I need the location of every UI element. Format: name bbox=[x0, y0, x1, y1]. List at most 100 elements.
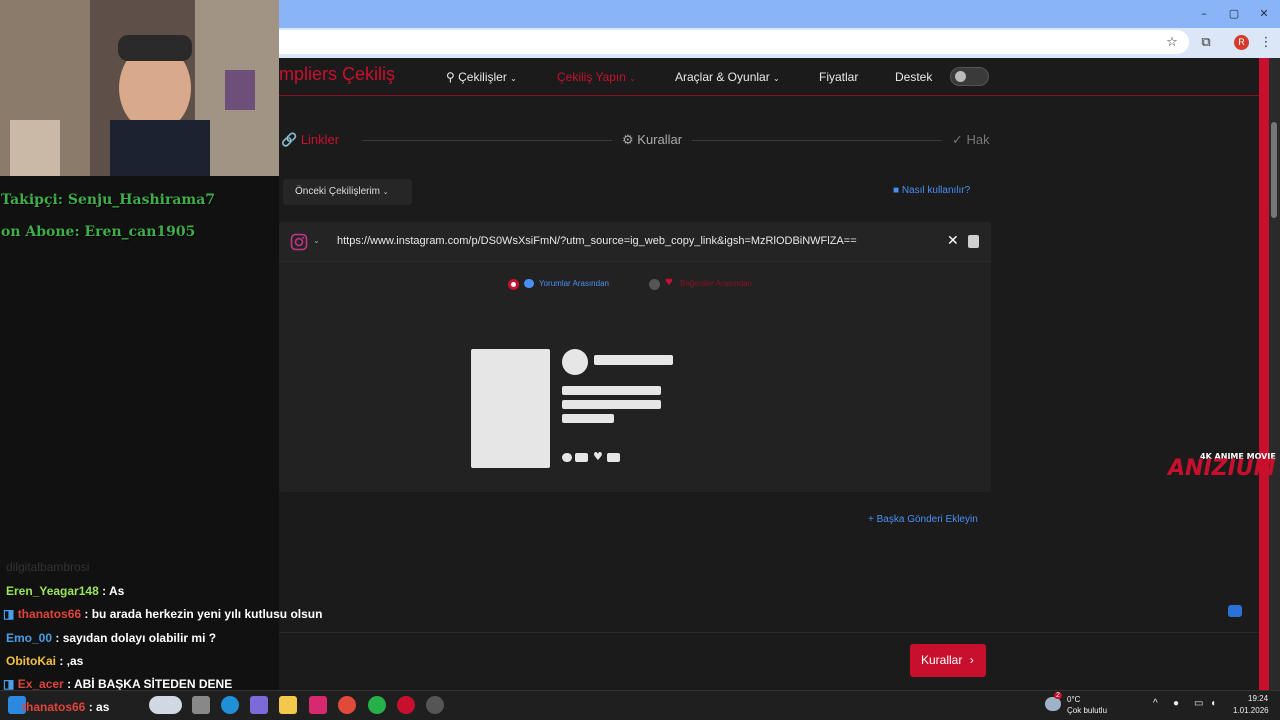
chrome-icon[interactable] bbox=[338, 696, 356, 714]
clock-time[interactable]: 19:24 bbox=[1248, 694, 1268, 703]
network-icon[interactable]: ▭ bbox=[1194, 698, 1203, 709]
link-icon: 🔗 bbox=[281, 132, 298, 147]
follower-alert: Takipçi: Senju_Hashirama7 bbox=[1, 192, 216, 208]
caption-placeholder bbox=[562, 400, 661, 409]
caption-placeholder bbox=[562, 386, 661, 395]
browser-menu-icon[interactable]: ⋮ bbox=[1257, 34, 1275, 52]
profile-avatar[interactable]: R bbox=[1234, 35, 1249, 50]
nav-label: Çekilişler bbox=[458, 70, 507, 84]
previous-giveaways-label: Önceki Çekilişlerim bbox=[295, 186, 381, 197]
widgets-icon[interactable] bbox=[149, 696, 182, 714]
minimize-button[interactable]: – bbox=[1196, 6, 1212, 22]
username-placeholder bbox=[594, 355, 673, 365]
radio-likes[interactable] bbox=[649, 279, 660, 290]
step-connector bbox=[362, 140, 612, 141]
chat-text: : as bbox=[88, 700, 110, 714]
gear-icon: ⚙ bbox=[622, 132, 634, 147]
nav-cekilisler[interactable]: ⚲ Çekilişler ⌄ bbox=[446, 70, 517, 84]
chat-message: Eren_Yeagar148 : As bbox=[6, 584, 124, 598]
weather-desc[interactable]: Çok bulutlu bbox=[1067, 706, 1107, 715]
platform-chevron-down-icon[interactable]: ⌄ bbox=[313, 236, 320, 245]
chat-text: : sayıdan dolayı olabilir mi ? bbox=[55, 631, 217, 645]
chevron-down-icon: ⌄ bbox=[382, 189, 389, 196]
chat-text: : bu arada herkezin yeni yılı kutlusu ol… bbox=[84, 607, 323, 621]
stream-border-accent bbox=[1259, 58, 1269, 690]
step-linkler[interactable]: 🔗 Linkler bbox=[281, 132, 339, 148]
address-bar[interactable] bbox=[279, 30, 1189, 54]
subscriber-alert: on Abone: Eren_can1905 bbox=[1, 224, 196, 240]
file-explorer-icon[interactable] bbox=[279, 696, 297, 714]
chat-username: thanatos66 bbox=[22, 700, 86, 714]
nav-label: Destek bbox=[895, 70, 933, 84]
clear-url-icon[interactable]: ✕ bbox=[947, 233, 959, 249]
chat-message: ObitoKai : ,as bbox=[6, 654, 83, 668]
previous-giveaways-dropdown[interactable]: Önceki Çekilişlerim ⌄ bbox=[283, 179, 412, 205]
post-url-input[interactable]: https://www.instagram.com/p/DS0WsXsiFmN/… bbox=[337, 235, 857, 247]
clipboard-icon[interactable] bbox=[968, 235, 979, 248]
brand-title: Çekiliş bbox=[342, 64, 396, 84]
watermark-logo: ANIZIUM bbox=[1168, 456, 1276, 481]
chat-message: ◨ thanatos66 : bu arada herkezin yeni yı… bbox=[3, 607, 322, 621]
chat-username: ObitoKai bbox=[6, 654, 56, 668]
instagram-app-icon[interactable] bbox=[309, 696, 327, 714]
search-icon: ⚲ bbox=[446, 70, 455, 84]
steam-icon[interactable] bbox=[426, 696, 444, 714]
chat-username: Eren_Yeagar148 bbox=[6, 584, 99, 598]
likes-option-label[interactable]: Beğeniler Arasından bbox=[680, 279, 752, 288]
nav-araclar-oyunlar[interactable]: Araçlar & Oyunlar ⌄ bbox=[675, 70, 780, 84]
step-kurallar[interactable]: ⚙ Kurallar bbox=[622, 132, 682, 148]
tray-overflow-chevron-icon[interactable]: ^ bbox=[1153, 698, 1158, 709]
step-label: Hak bbox=[966, 132, 990, 147]
chat-username: Emo_00 bbox=[6, 631, 53, 645]
chat-username: thanatos66 bbox=[17, 607, 82, 621]
comment-icon bbox=[524, 279, 534, 288]
edge-browser-icon[interactable] bbox=[221, 696, 239, 714]
weather-temp[interactable]: 0°C bbox=[1067, 695, 1080, 704]
chevron-down-icon: ⌄ bbox=[510, 74, 517, 83]
comment-count-icon bbox=[562, 453, 572, 462]
count-placeholder bbox=[575, 453, 588, 462]
copilot-icon[interactable] bbox=[250, 696, 268, 714]
chat-text: : ABİ BAŞKA SİTEDEN DENE bbox=[67, 677, 233, 691]
weather-badge: 2 bbox=[1054, 692, 1062, 699]
clock-date[interactable]: 1.01.2026 bbox=[1233, 706, 1269, 715]
site-brand[interactable]: mpliers Çekiliş bbox=[279, 64, 395, 85]
video-camera-icon: ■ bbox=[893, 185, 900, 196]
add-another-post-link[interactable]: + Başka Gönderi Ekleyin bbox=[868, 514, 978, 525]
radio-comments[interactable] bbox=[508, 279, 519, 290]
chat-faded-line: dilgitalbambrosi bbox=[6, 560, 90, 574]
bookmark-star-icon[interactable]: ☆ bbox=[1163, 34, 1181, 52]
scrollbar-thumb[interactable] bbox=[1271, 122, 1277, 218]
whatsapp-icon[interactable] bbox=[368, 696, 386, 714]
chat-username: Ex_acer bbox=[17, 677, 64, 691]
task-view-icon[interactable] bbox=[192, 696, 210, 714]
nav-destek[interactable]: Destek bbox=[895, 70, 932, 84]
maximize-button[interactable]: ▢ bbox=[1226, 6, 1242, 22]
nav-fiyatlar[interactable]: Fiyatlar bbox=[819, 70, 858, 84]
chat-message-overlay: thanatos66 : as bbox=[22, 700, 109, 714]
chat-text: : As bbox=[102, 584, 125, 598]
close-window-button[interactable]: ✕ bbox=[1256, 6, 1272, 22]
chat-message: ◨ Ex_acer : ABİ BAŞKA SİTEDEN DENE bbox=[3, 677, 232, 691]
avatar-placeholder bbox=[562, 349, 588, 375]
count-placeholder bbox=[607, 453, 620, 462]
instagram-icon[interactable] bbox=[290, 233, 308, 251]
like-count-heart-icon: ♥ bbox=[593, 450, 603, 463]
microphone-icon[interactable]: ● bbox=[1173, 698, 1179, 709]
nav-cekilis-yapin[interactable]: Çekiliş Yapın ⌄ bbox=[557, 70, 636, 84]
step-hak[interactable]: ✓ Hak bbox=[952, 132, 990, 148]
post-image-placeholder bbox=[471, 349, 550, 468]
theme-toggle-knob bbox=[955, 71, 966, 82]
extensions-icon[interactable]: ⧉ bbox=[1197, 34, 1215, 52]
support-chat-icon[interactable] bbox=[1228, 605, 1242, 617]
weather-cloud-icon[interactable] bbox=[1045, 697, 1061, 711]
next-step-button[interactable]: Kurallar › bbox=[910, 644, 986, 677]
nav-label: Fiyatlar bbox=[819, 70, 859, 84]
caption-placeholder bbox=[562, 414, 614, 423]
comments-option-label[interactable]: Yorumlar Arasından bbox=[539, 279, 609, 288]
prime-badge-icon: ◨ bbox=[3, 607, 15, 621]
opera-icon[interactable] bbox=[397, 696, 415, 714]
how-to-use-link[interactable]: ■ Nasıl kullanılır? bbox=[893, 185, 970, 196]
volume-icon[interactable]: ◖ bbox=[1210, 698, 1216, 709]
step-label: Linkler bbox=[300, 132, 340, 147]
